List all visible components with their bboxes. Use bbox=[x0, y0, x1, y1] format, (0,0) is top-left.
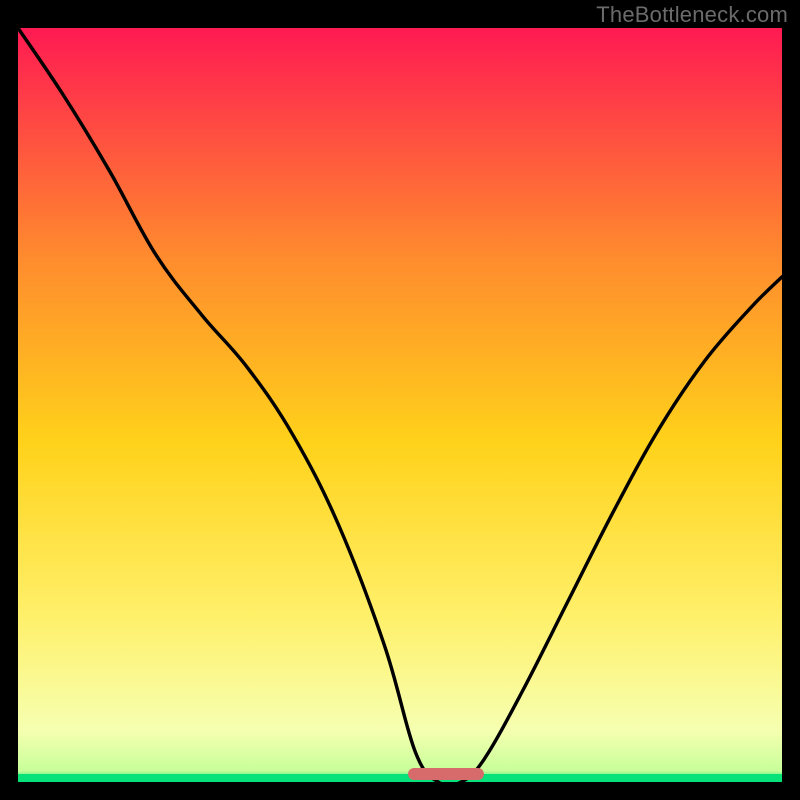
chart-frame: TheBottleneck.com bbox=[0, 0, 800, 800]
curve-layer bbox=[18, 28, 782, 782]
bottleneck-curve-path bbox=[18, 28, 782, 782]
optimum-marker bbox=[408, 768, 484, 780]
watermark-text: TheBottleneck.com bbox=[596, 2, 788, 28]
plot-area bbox=[18, 28, 782, 782]
